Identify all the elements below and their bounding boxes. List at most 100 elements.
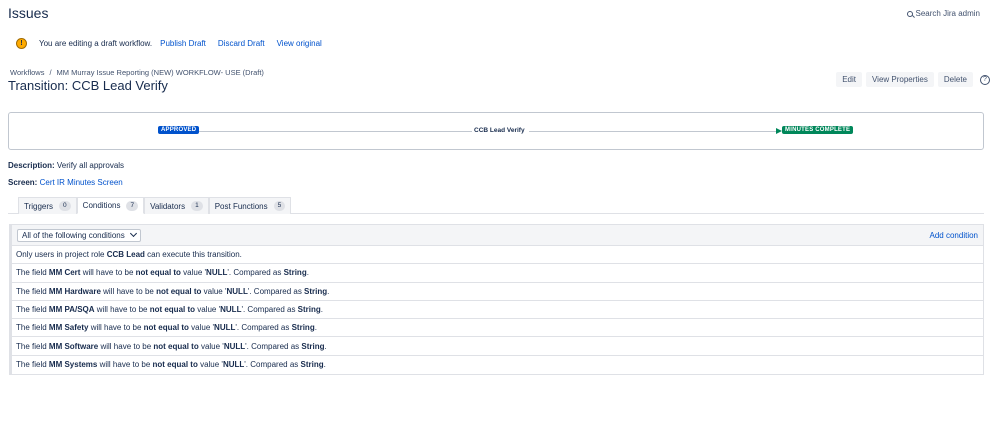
condition-vpre: value ' <box>180 268 207 278</box>
tab-post-functions[interactable]: Post Functions 5 <box>208 197 292 214</box>
condition-vpre: value ' <box>195 305 221 315</box>
transition-name-label: CCB Lead Verify <box>472 127 527 134</box>
condition-op: not equal to <box>143 323 189 333</box>
help-icon[interactable]: ? <box>980 74 990 85</box>
condition-field: MM Cert <box>48 268 81 278</box>
condition-field: MM PA/SQA <box>48 305 95 315</box>
condition-type: String <box>301 341 325 351</box>
description-value: Verify all approvals <box>56 161 125 170</box>
search-jira-admin-link[interactable]: Search Jira admin <box>906 9 980 18</box>
discard-draft-link[interactable]: Discard Draft <box>218 39 265 48</box>
condition-text: Only users in project role <box>16 250 107 260</box>
screen-info: Screen: Cert IR Minutes Screen <box>8 178 123 187</box>
condition-vpost: '. Compared as <box>244 360 301 370</box>
condition-vpost: '. Compared as <box>241 305 298 315</box>
condition-vpost: '. Compared as <box>235 323 292 333</box>
condition-op: not equal to <box>152 360 198 370</box>
condition-mid: will have to be <box>100 286 157 296</box>
transition-title: Transition: CCB Lead Verify <box>8 78 168 93</box>
add-condition-link[interactable]: Add condition <box>930 231 978 240</box>
view-original-link[interactable]: View original <box>277 39 322 48</box>
condition-role: CCB Lead <box>106 250 145 260</box>
condition-vpost: '. Compared as <box>227 268 284 278</box>
breadcrumb-workflow-name[interactable]: MM Murray Issue Reporting (NEW) WORKFLOW… <box>57 68 264 77</box>
condition-mid: will have to be <box>97 360 153 370</box>
warning-icon: ! <box>16 38 27 49</box>
condition-row: The field MM Safety will have to be not … <box>12 319 983 338</box>
condition-field: MM Safety <box>48 323 89 333</box>
tab-validators[interactable]: Validators 1 <box>144 197 209 214</box>
condition-pre: The field <box>16 360 49 370</box>
condition-field: MM Software <box>48 341 99 351</box>
tab-triggers[interactable]: Triggers 0 <box>18 197 77 214</box>
condition-row: The field MM Hardware will have to be no… <box>12 282 983 301</box>
condition-row: Only users in project role CCB Lead can … <box>12 246 983 265</box>
condition-pre: The field <box>16 268 49 278</box>
condition-vpre: value ' <box>188 323 215 333</box>
search-icon <box>906 10 913 17</box>
condition-pre: The field <box>16 323 49 333</box>
condition-mid: will have to be <box>98 341 154 351</box>
condition-end: . <box>314 323 317 333</box>
draft-message: You are editing a draft workflow. <box>39 39 153 48</box>
tab-conditions[interactable]: Conditions 7 <box>76 197 145 214</box>
breadcrumb-separator: / <box>49 68 52 77</box>
breadcrumb: Workflows / MM Murray Issue Reporting (NEW… <box>10 68 264 77</box>
transition-actions: Edit View Properties Delete ? <box>836 72 990 87</box>
condition-type: String <box>283 268 307 278</box>
tab-count-badge: 7 <box>126 200 139 211</box>
condition-op: not equal to <box>135 268 181 278</box>
conditions-panel: All of the following conditions Add cond… <box>9 224 984 376</box>
view-properties-button[interactable]: View Properties <box>865 72 934 87</box>
condition-op: not equal to <box>149 305 196 315</box>
search-jira-admin-label: Search Jira admin <box>915 9 980 18</box>
condition-text: can execute this transition. <box>144 250 242 260</box>
publish-draft-link[interactable]: Publish Draft <box>160 39 206 48</box>
condition-mid: will have to be <box>88 323 144 333</box>
condition-type: String <box>297 305 321 315</box>
condition-pre: The field <box>16 286 49 296</box>
condition-value: NULL <box>206 268 228 278</box>
delete-button[interactable]: Delete <box>937 72 973 87</box>
condition-op: not equal to <box>153 341 199 351</box>
condition-row: The field MM PA/SQA will have to be not … <box>12 300 983 320</box>
edit-button[interactable]: Edit <box>836 72 862 87</box>
condition-group-value: All of the following conditions <box>22 230 125 240</box>
condition-value: NULL <box>214 323 236 333</box>
condition-type: String <box>300 360 324 370</box>
transition-tabs: Triggers 0 Conditions 7 Validators 1 Pos… <box>18 197 292 214</box>
condition-vpost: '. Compared as <box>247 286 305 296</box>
tab-count-badge: 5 <box>273 201 286 211</box>
transition-diagram: APPROVED CCB Lead Verify MINUTES COMPLET… <box>8 112 984 150</box>
condition-row: The field MM Software will have to be no… <box>12 337 983 356</box>
condition-pre: The field <box>16 305 49 315</box>
condition-type: String <box>304 286 328 296</box>
condition-vpre: value ' <box>198 341 224 351</box>
condition-row: The field MM Cert will have to be not eq… <box>12 264 983 283</box>
condition-mid: will have to be <box>80 268 136 278</box>
condition-end: . <box>327 286 330 296</box>
condition-field: MM Hardware <box>48 286 101 296</box>
condition-pre: The field <box>16 341 49 351</box>
tab-label: Conditions <box>82 201 121 210</box>
from-status-lozenge: APPROVED <box>158 126 200 134</box>
tab-label: Triggers <box>24 201 54 211</box>
tab-count-badge: 0 <box>59 201 71 211</box>
screen-link[interactable]: Cert IR Minutes Screen <box>40 178 123 187</box>
breadcrumb-workflows[interactable]: Workflows <box>10 68 44 77</box>
condition-row: The field MM Systems will have to be not… <box>12 355 983 375</box>
conditions-header: All of the following conditions Add cond… <box>12 225 983 246</box>
condition-mid: will have to be <box>94 305 150 315</box>
condition-end: . <box>323 360 326 370</box>
draft-workflow-banner: ! You are editing a draft workflow. Publ… <box>16 38 334 49</box>
condition-value: NULL <box>226 286 248 296</box>
condition-value: NULL <box>220 305 242 315</box>
condition-group-select[interactable]: All of the following conditions <box>17 228 141 242</box>
condition-type: String <box>291 323 315 333</box>
transition-line-right <box>529 131 779 132</box>
condition-field: MM Systems <box>48 360 98 370</box>
condition-vpre: value ' <box>197 360 223 370</box>
condition-value: NULL <box>223 341 246 351</box>
tab-count-badge: 1 <box>191 201 203 211</box>
condition-end: . <box>324 341 327 351</box>
